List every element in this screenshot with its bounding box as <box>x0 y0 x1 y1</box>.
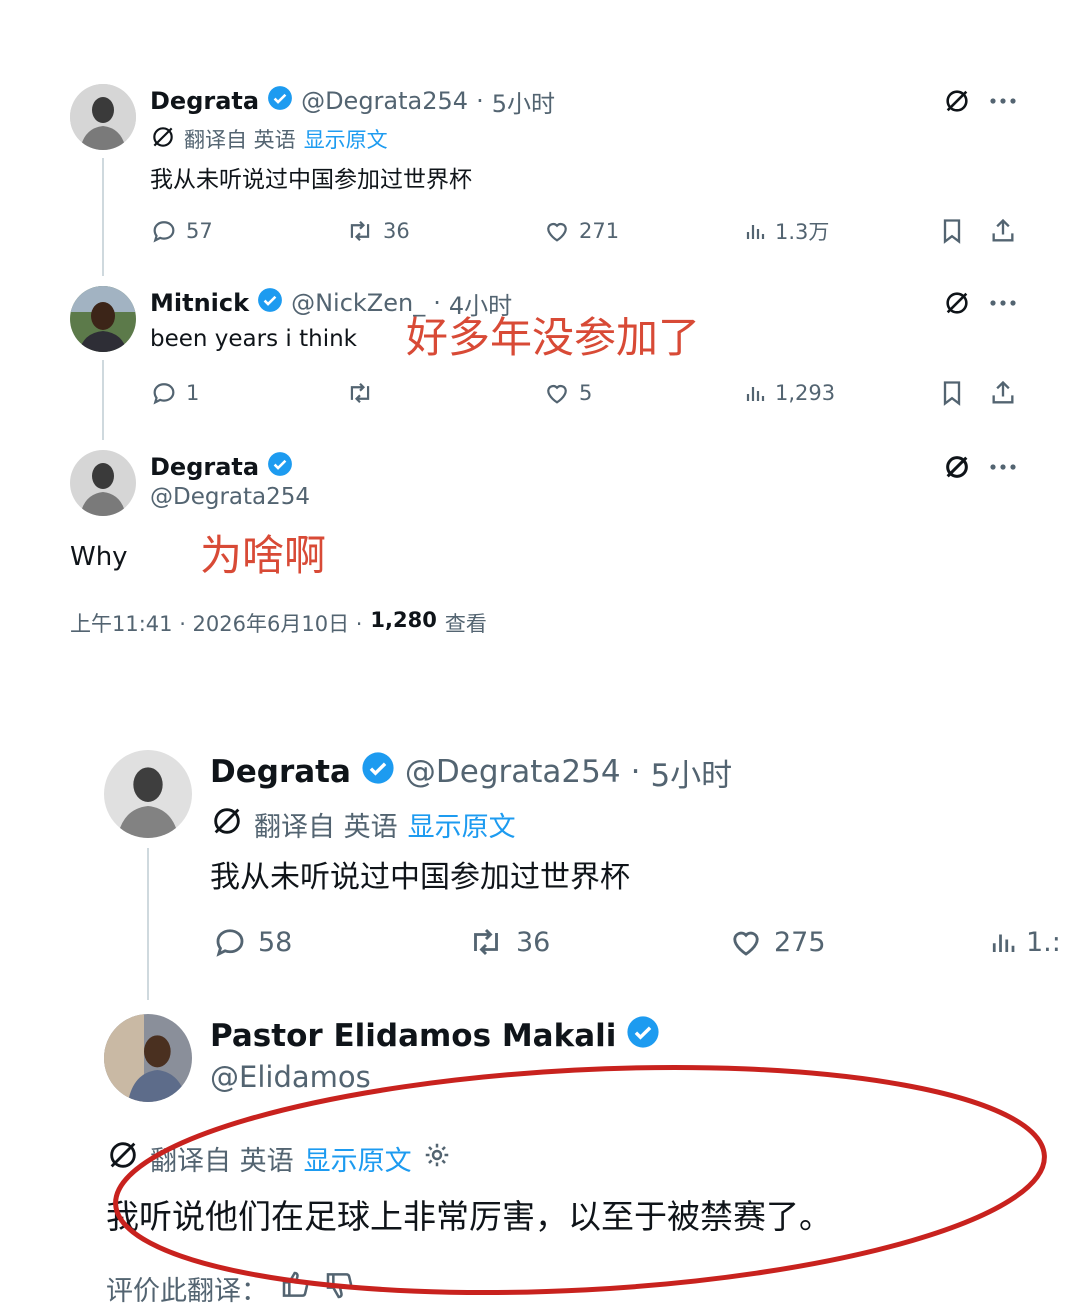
red-circle-annotation <box>113 1064 1047 1296</box>
